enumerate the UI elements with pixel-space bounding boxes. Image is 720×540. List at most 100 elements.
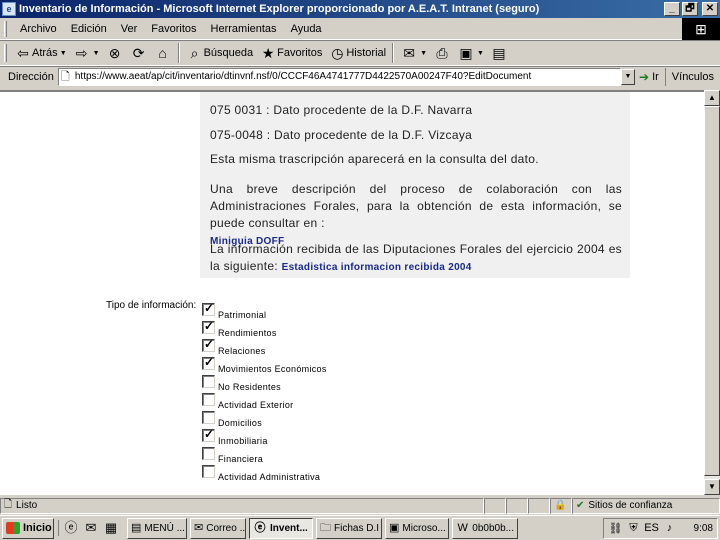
status-cell-empty — [528, 497, 550, 514]
option-movimientos-economicos[interactable]: Movimientos Económicos — [202, 354, 327, 374]
toolbar-separator — [392, 43, 395, 63]
address-field[interactable]: 🗋 — [57, 67, 621, 86]
checkbox[interactable] — [202, 427, 215, 442]
mail-button[interactable]: ✉ ▼ — [397, 42, 430, 64]
option-actividad-exterior[interactable]: Actividad Exterior — [202, 390, 293, 410]
security-zone[interactable]: ✔ Sitios de confianza — [572, 497, 720, 514]
checkbox[interactable] — [202, 393, 215, 406]
menu-archivo[interactable]: Archivo — [13, 23, 64, 35]
links-button[interactable]: Vínculos — [664, 67, 720, 86]
close-button[interactable]: ✕ — [702, 2, 718, 16]
scroll-down-button[interactable]: ▼ — [704, 479, 720, 495]
history-button[interactable]: ◷ Historial — [325, 42, 389, 64]
back-button[interactable]: ⇦ Atrás ▼ — [11, 42, 70, 64]
descripcion-text: Una breve descripción del proceso de col… — [210, 182, 622, 230]
edit-icon: ▣ — [459, 45, 473, 61]
mail-icon: ✉ — [403, 45, 415, 61]
url-input[interactable] — [74, 71, 620, 82]
recibida-block: La información recibida de las Diputacio… — [210, 241, 622, 276]
checkbox[interactable] — [202, 411, 215, 424]
language-icon[interactable]: ES — [644, 522, 660, 534]
option-inmobiliaria[interactable]: Inmobiliaria — [202, 426, 268, 446]
task-label: Correo ... — [206, 522, 246, 534]
scroll-thumb[interactable] — [704, 106, 720, 476]
checkbox[interactable] — [202, 337, 215, 352]
task-fichas[interactable]: 🗀 Fichas D.I — [316, 517, 382, 539]
menu-ver[interactable]: Ver — [114, 23, 145, 35]
option-financiera[interactable]: Financiera — [202, 444, 263, 464]
vertical-scrollbar[interactable]: ▲ ▼ — [704, 90, 720, 495]
task-label: 0b0b0b... — [472, 522, 514, 534]
status-main: 🗋 Listo — [0, 497, 484, 514]
discuss-button[interactable]: ▤ — [487, 42, 511, 64]
option-rendimientos[interactable]: Rendimientos — [202, 318, 277, 338]
menu-edicion[interactable]: Edición — [64, 23, 114, 35]
menu-ayuda[interactable]: Ayuda — [284, 23, 329, 35]
descripcion-block: Una breve descripción del proceso de col… — [210, 181, 622, 250]
checkbox[interactable] — [202, 355, 215, 370]
edit-button[interactable]: ▣ ▼ — [454, 42, 487, 64]
status-bar: 🗋 Listo 🔒 ✔ Sitios de confianza — [0, 497, 720, 514]
task-inventario[interactable]: ⓔ Invent... — [249, 517, 313, 539]
task-menu[interactable]: ▤ MENÚ ... — [127, 517, 187, 539]
option-patrimonial[interactable]: Patrimonial — [202, 300, 266, 320]
menu-bar: Archivo Edición Ver Favoritos Herramient… — [0, 18, 720, 40]
chevron-down-icon[interactable]: ▼ — [60, 50, 67, 57]
title-bar: e Inventario de Información - Microsoft … — [0, 0, 720, 18]
search-button[interactable]: ⌕ Búsqueda — [183, 42, 257, 64]
minimize-button[interactable]: _ — [664, 2, 680, 16]
option-no-residentes[interactable]: No Residentes — [202, 372, 281, 392]
network-icon[interactable]: ⛓ — [608, 522, 624, 535]
home-button[interactable]: ⌂ — [151, 42, 175, 64]
search-icon: ⌕ — [190, 45, 199, 61]
menu-favoritos[interactable]: Favoritos — [144, 23, 203, 35]
desktop-quicklaunch-icon[interactable]: ▦ — [103, 520, 119, 536]
chevron-down-icon[interactable]: ▼ — [93, 50, 100, 57]
clock[interactable]: 9:08 — [694, 523, 713, 534]
stop-button[interactable]: ⊗ — [103, 42, 127, 64]
address-bar: Dirección 🗋 ▼ ➔ Ir Vínculos — [0, 66, 720, 86]
toolbar-grip[interactable] — [4, 44, 7, 62]
chevron-down-icon[interactable]: ▼ — [420, 50, 427, 57]
refresh-button[interactable]: ⟳ — [127, 42, 151, 64]
refresh-icon: ⟳ — [132, 45, 145, 61]
ie-app-icon[interactable]: e — [2, 2, 16, 16]
forward-button[interactable]: ⇨ ▼ — [70, 42, 103, 64]
go-arrow-icon: ➔ — [639, 69, 650, 84]
lock-icon[interactable]: 🔒 — [550, 497, 572, 514]
volume-icon[interactable]: ♪ — [662, 522, 678, 534]
info-box: 075 0031 : Dato procedente de la D.F. Na… — [200, 92, 630, 278]
task-microsoft[interactable]: ▣ Microso... — [385, 517, 449, 539]
scroll-up-button[interactable]: ▲ — [704, 90, 720, 106]
checkbox[interactable] — [202, 319, 215, 334]
checkbox[interactable] — [202, 375, 215, 388]
document-icon: ▤ — [131, 522, 142, 534]
menu-grip[interactable] — [4, 20, 7, 37]
checkbox[interactable] — [202, 465, 215, 478]
windows-flag-icon — [6, 522, 20, 534]
task-word[interactable]: W 0b0b0b... — [452, 517, 518, 539]
print-button[interactable]: ⎙ — [430, 42, 454, 64]
start-button[interactable]: Inicio — [2, 517, 54, 539]
option-relaciones[interactable]: Relaciones — [202, 336, 266, 356]
option-actividad-administrativa[interactable]: Actividad Administrativa — [202, 462, 320, 482]
powerpoint-icon: ▣ — [389, 522, 400, 534]
security-icon[interactable]: ⛨ — [626, 522, 642, 535]
outlook-quicklaunch-icon[interactable]: ✉ — [83, 520, 99, 536]
zone-text: Sitios de confianza — [588, 500, 673, 511]
go-button[interactable]: ➔ Ir — [635, 70, 665, 84]
checkbox[interactable] — [202, 447, 215, 460]
ie-quicklaunch-icon[interactable]: ⓔ — [63, 520, 79, 536]
checkbox[interactable] — [202, 301, 215, 316]
favorites-button[interactable]: ★ Favoritos — [256, 42, 325, 64]
address-dropdown-button[interactable]: ▼ — [621, 68, 635, 85]
chevron-down-icon[interactable]: ▼ — [477, 50, 484, 57]
task-correo[interactable]: ✉ Correo ... — [190, 517, 246, 539]
ie-icon: ⓔ — [254, 522, 266, 534]
vizcaya-text: 075-0048 : Dato procedente de la D.F. Vi… — [210, 128, 473, 142]
option-domicilios[interactable]: Domicilios — [202, 408, 262, 428]
restore-button[interactable]: 🗗 — [682, 2, 698, 16]
home-icon: ⌂ — [158, 45, 167, 61]
menu-herramientas[interactable]: Herramientas — [204, 23, 284, 35]
estadistica-link[interactable]: Estadistica informacion recibida 2004 — [282, 262, 472, 273]
